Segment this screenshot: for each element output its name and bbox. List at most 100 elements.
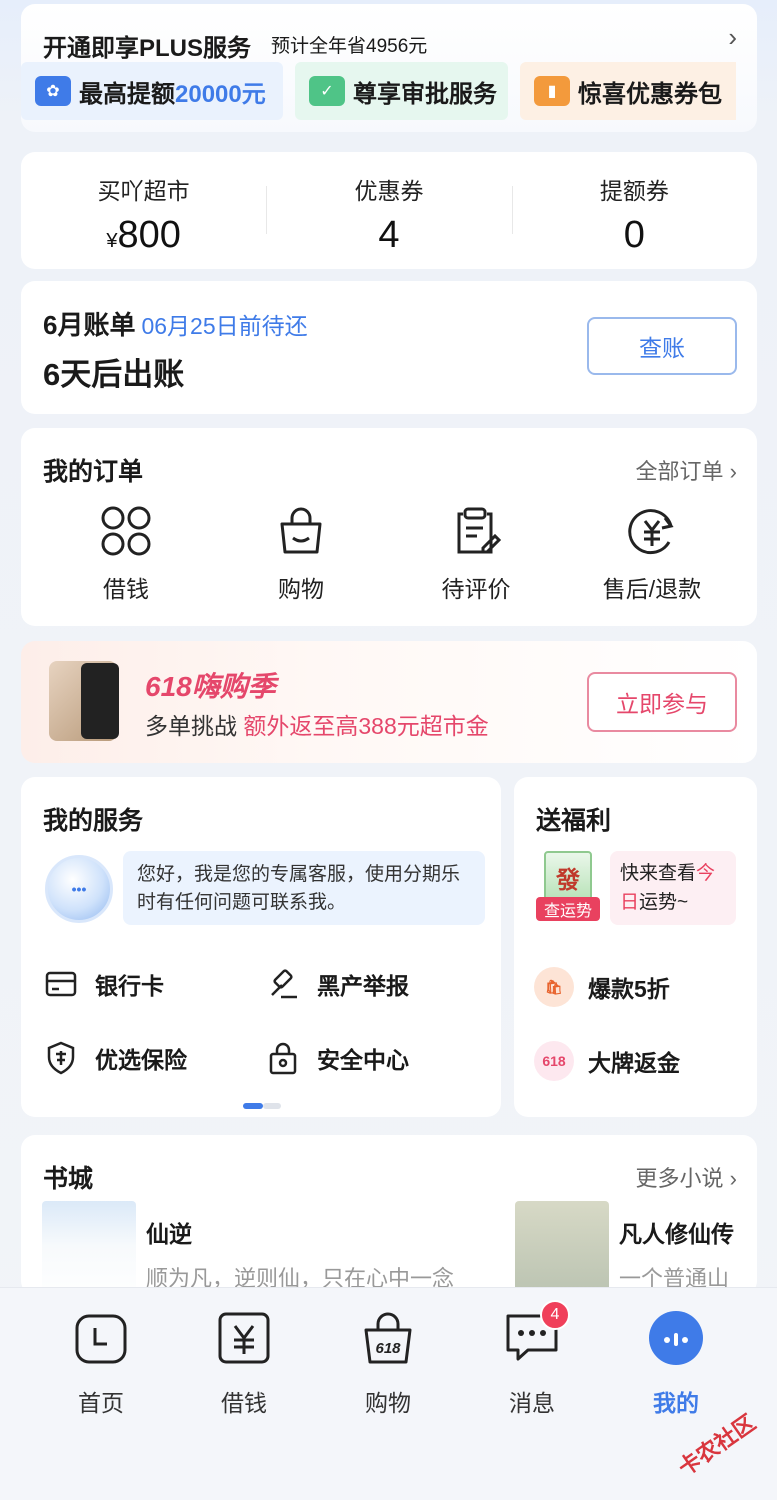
perk-quota-prefix: 最高提额 (79, 80, 175, 108)
profile-icon (649, 1311, 703, 1365)
benefit-label: 爆款5折 (588, 976, 670, 1002)
lock-icon (269, 1042, 297, 1075)
bill-status: 6天后出账 (43, 357, 185, 392)
perk-approval-label: 尊享审批服务 (353, 80, 497, 108)
orders-card: 我的订单 全部订单 › 借钱 购物 待评价 售后/退款 (21, 428, 757, 626)
tab-shopping[interactable]: 618 购物 (328, 1310, 448, 1418)
insurance-shield-icon (47, 1041, 75, 1075)
service-bank-card[interactable]: 银行卡 (45, 967, 164, 1001)
order-shopping[interactable]: 购物 (216, 504, 386, 604)
stat-value: 4 (378, 214, 400, 256)
book-cover (515, 1201, 609, 1301)
bill-card: 6月账单 06月25日前待还 6天后出账 查账 (21, 281, 757, 414)
stat-value: 0 (623, 214, 645, 256)
fortune-message[interactable]: 快来查看今日运势~ (610, 851, 736, 925)
benefit-hot-deal[interactable]: 🛍 爆款5折 (534, 967, 670, 1007)
clipboard-edit-icon (457, 507, 502, 554)
bookstore-card: 书城 更多小说 › 仙逆 顺为凡，逆则仙，只在心中一念 凡人修仙传 一个普通山 (21, 1135, 757, 1301)
bot-message[interactable]: 您好，我是您的专属客服，使用分期乐时有任何问题可联系我。 (123, 851, 485, 925)
stat-label: 优惠券 (354, 178, 424, 204)
clover-icon (101, 506, 151, 556)
tab-label: 消息 (509, 1390, 555, 1416)
promo-title: 618嗨购季 (145, 671, 276, 702)
yen-icon (218, 1312, 270, 1364)
book-name: 凡人修仙传 (619, 1221, 734, 1247)
stat-label: 提额券 (599, 178, 669, 204)
services-card: 我的服务 ••• 您好，我是您的专属客服，使用分期乐时有任何问题可联系我。 银行… (21, 777, 501, 1117)
account-stats: 买吖超市 ¥800 优惠券 4 提额券 0 (21, 152, 757, 269)
perk-coupon-label: 惊喜优惠券包 (578, 80, 722, 108)
home-clock-icon (75, 1314, 127, 1364)
benefits-card: 送福利 發 查运势 快来查看今日运势~ 🛍 爆款5折 618 大牌返金 (514, 777, 757, 1117)
bookstore-title: 书城 (43, 1165, 94, 1193)
currency-symbol: ¥ (106, 230, 118, 252)
tab-label: 借钱 (221, 1390, 267, 1416)
benefits-title: 送福利 (536, 807, 612, 835)
tab-label: 我的 (653, 1390, 699, 1416)
book-item[interactable]: 仙逆 顺为凡，逆则仙，只在心中一念 (42, 1201, 454, 1301)
message-badge: 4 (540, 1300, 570, 1330)
perk-quota[interactable]: ✿ 最高提额 20000元 (21, 62, 283, 120)
service-security[interactable]: 安全中心 (267, 1041, 409, 1075)
618-label: 618 (375, 1340, 401, 1357)
view-bill-button[interactable]: 查账 (587, 317, 737, 375)
more-novels-label: 更多小说 (635, 1166, 724, 1191)
stat-label: 买吖超市 (97, 178, 190, 204)
fortune-icon[interactable]: 發 查运势 (536, 851, 600, 925)
page-indicator (243, 1096, 281, 1114)
coupon-icon: ▮ (534, 76, 570, 106)
perk-quota-highlight: 20000元 (175, 80, 266, 108)
hot-deal-icon: 🛍 (534, 967, 574, 1007)
bottom-tab-bar: 首页 借钱 618 购物 4 消息 我的 (0, 1287, 777, 1500)
benefit-brand-cashback[interactable]: 618 大牌返金 (534, 1041, 680, 1081)
order-label: 待评价 (441, 576, 511, 602)
plus-title: 开通即享PLUS服务 (43, 35, 252, 62)
service-label: 安全中心 (317, 1047, 409, 1073)
chevron-right-icon: › (728, 22, 737, 52)
order-label: 售后/退款 (602, 576, 702, 602)
service-label: 银行卡 (95, 973, 164, 999)
tab-home[interactable]: 首页 (41, 1310, 161, 1418)
perk-coupon[interactable]: ▮ 惊喜优惠券包 (520, 62, 736, 120)
all-orders-link[interactable]: 全部订单 › (636, 454, 737, 486)
order-review[interactable]: 待评价 (391, 504, 561, 604)
fortune-prefix: 快来查看 (620, 863, 697, 884)
tab-profile[interactable]: 我的 (616, 1310, 736, 1418)
approval-icon: ✓ (309, 76, 345, 106)
order-refund[interactable]: 售后/退款 (567, 504, 737, 604)
more-novels-link[interactable]: 更多小说 › (636, 1161, 737, 1193)
service-insurance[interactable]: 优选保险 (45, 1041, 187, 1075)
fortune-tag: 查运势 (536, 897, 600, 921)
gavel-icon (271, 969, 297, 999)
order-label: 借钱 (103, 576, 149, 602)
stat-supermarket[interactable]: 买吖超市 ¥800 (21, 152, 266, 269)
customer-service-bot-icon[interactable]: ••• (45, 855, 113, 923)
service-report[interactable]: 黑产举报 (267, 967, 409, 1001)
all-orders-label: 全部订单 (635, 459, 724, 484)
perk-approval[interactable]: ✓ 尊享审批服务 (295, 62, 508, 120)
service-label: 黑产举报 (317, 973, 409, 999)
618-icon: 618 (534, 1041, 574, 1081)
orders-title: 我的订单 (43, 458, 144, 486)
tab-loans[interactable]: 借钱 (184, 1310, 304, 1418)
book-item[interactable]: 凡人修仙传 一个普通山 (515, 1201, 749, 1301)
join-now-button[interactable]: 立即参与 (587, 672, 737, 732)
benefit-label: 大牌返金 (588, 1050, 680, 1076)
tab-label: 购物 (365, 1390, 411, 1416)
bill-due-date: 06月25日前待还 (141, 313, 308, 339)
shopping-bag-icon (280, 507, 322, 554)
promo-banner[interactable]: 618嗨购季 多单挑战 额外返至高388元超市金 立即参与 (21, 641, 757, 763)
service-label: 优选保险 (95, 1047, 187, 1073)
order-label: 购物 (278, 576, 324, 602)
stat-coupons[interactable]: 优惠券 4 (266, 152, 511, 269)
book-cover (42, 1201, 136, 1301)
fortune-suffix: 运势~ (639, 892, 689, 913)
quota-icon: ✿ (35, 76, 71, 106)
tab-messages[interactable]: 4 消息 (472, 1300, 592, 1418)
services-title: 我的服务 (43, 807, 144, 835)
tab-label: 首页 (78, 1390, 124, 1416)
order-loans[interactable]: 借钱 (41, 504, 211, 604)
stat-quota-coupons[interactable]: 提额券 0 (511, 152, 757, 269)
bill-month: 6月账单 (43, 310, 136, 340)
plus-subtitle: 预计全年省4956元 (271, 36, 428, 57)
